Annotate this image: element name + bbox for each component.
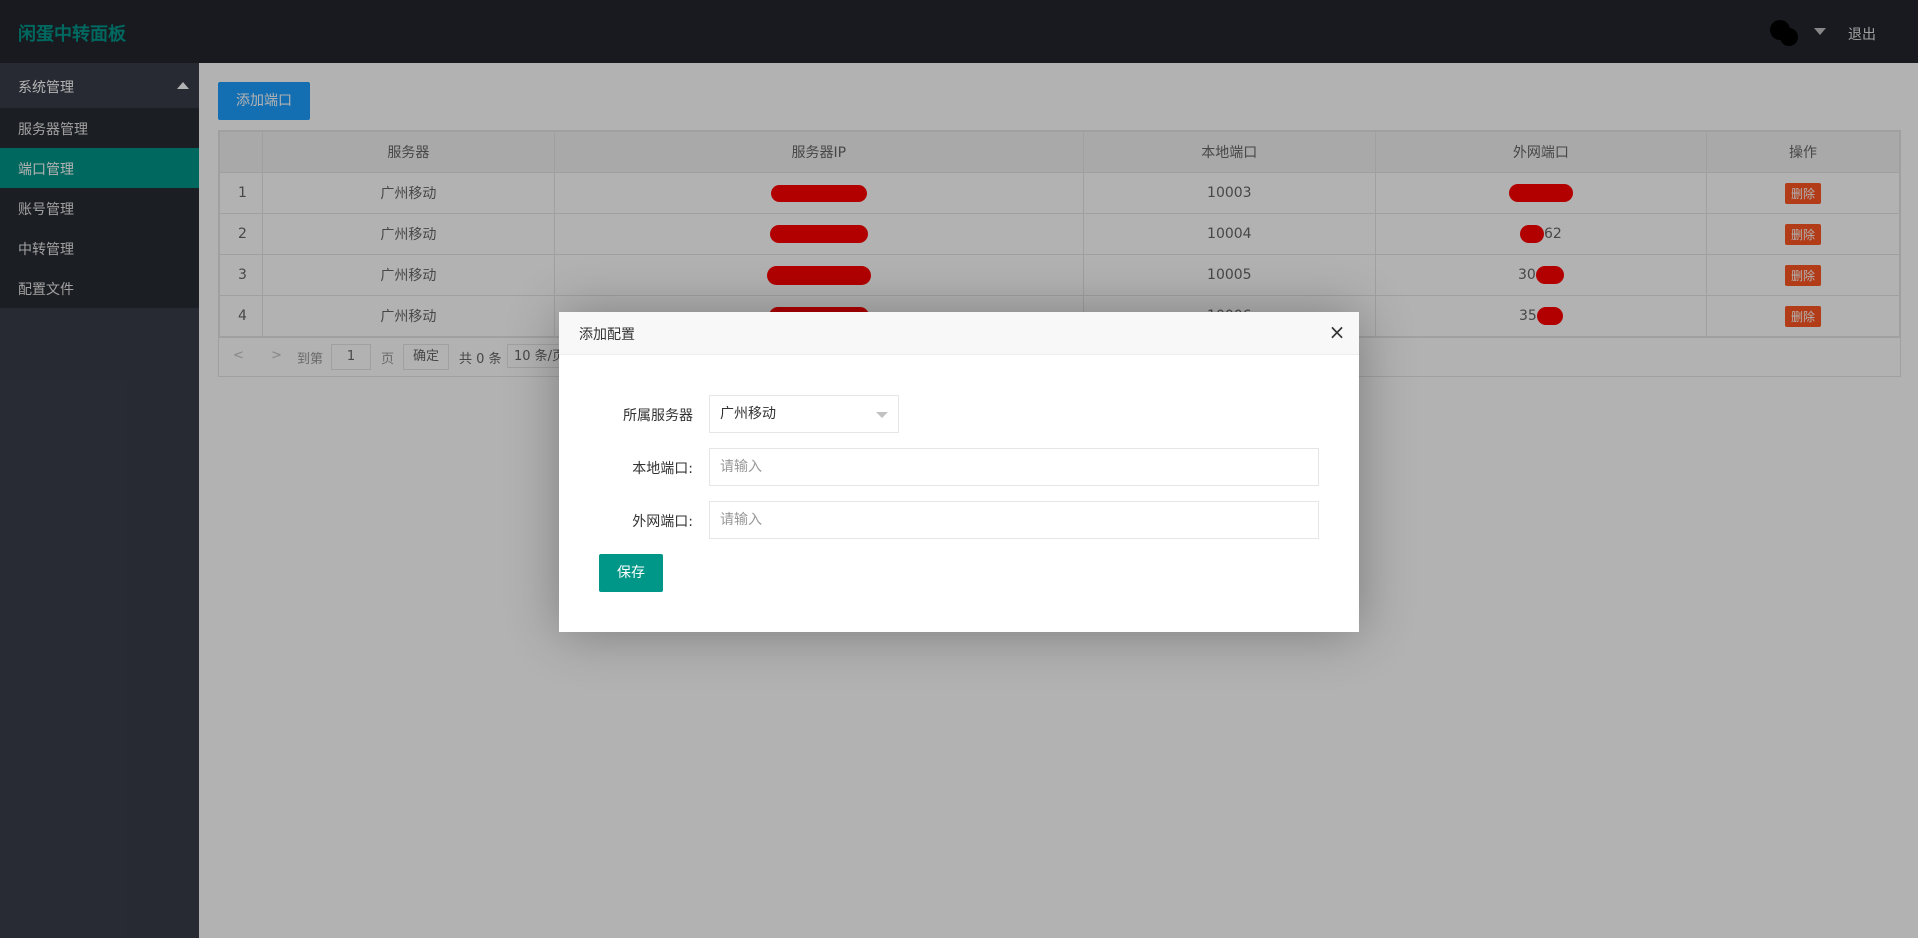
server-select[interactable]: 广州移动 — [709, 395, 899, 433]
local-port-input[interactable] — [709, 448, 1319, 486]
local-port-label: 本地端口: — [632, 461, 693, 477]
close-icon[interactable]: × — [1327, 322, 1347, 342]
dialog-title: 添加配置 — [579, 327, 635, 343]
save-button[interactable]: 保存 — [599, 554, 663, 592]
dialog-header: 添加配置 × — [559, 312, 1359, 355]
server-label: 所属服务器 — [623, 408, 693, 424]
wan-port-label: 外网端口: — [632, 514, 693, 530]
chevron-down-icon — [876, 412, 888, 418]
wan-port-input[interactable] — [709, 501, 1319, 539]
add-config-dialog: 添加配置 × 所属服务器 广州移动 本地端口: 外网端口: 保存 — [559, 312, 1359, 632]
server-select-value: 广州移动 — [720, 406, 776, 422]
